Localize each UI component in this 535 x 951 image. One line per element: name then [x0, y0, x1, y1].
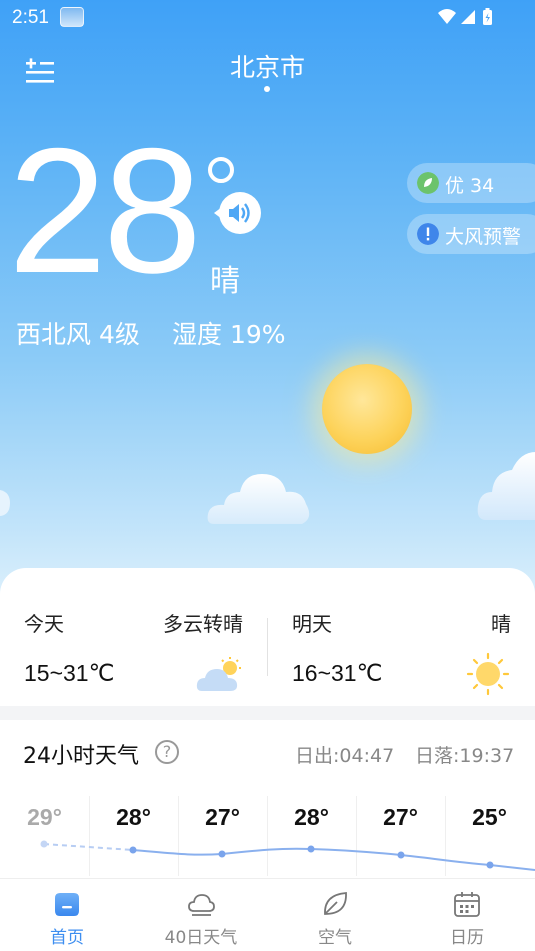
hour-point	[397, 851, 405, 859]
today-temp-range: 15~31℃	[24, 660, 115, 686]
current-temperature: 28	[8, 111, 202, 310]
future-curve	[132, 847, 535, 871]
leaf-icon	[324, 892, 347, 915]
hour-point	[307, 845, 315, 853]
system-status-icons	[438, 8, 492, 25]
today-label: 今天	[24, 612, 64, 636]
cloud-illustration	[207, 474, 310, 524]
help-icon[interactable]: ?	[155, 740, 179, 764]
voice-broadcast-icon[interactable]	[212, 190, 262, 236]
tab-40-day[interactable]: 40日天气	[134, 879, 268, 951]
hour-point	[486, 861, 494, 869]
hour-temp: 25°	[472, 804, 507, 830]
tomorrow-label: 明天	[292, 612, 332, 636]
tomorrow-condition: 晴	[491, 612, 511, 636]
hour-temp: 28°	[116, 804, 151, 830]
section-separator	[0, 706, 535, 720]
tab-home[interactable]: 首页	[0, 879, 134, 951]
signal-icon	[461, 10, 475, 24]
hour-temp: 28°	[294, 804, 329, 830]
bottom-tab-bar: 首页 40日天气 空气 日历	[0, 878, 535, 951]
city-title[interactable]: 北京市	[0, 48, 535, 84]
hour-temp: 27°	[383, 804, 418, 830]
alert-icon	[417, 223, 439, 245]
degree-symbol	[208, 157, 234, 183]
cloud-illustration	[0, 490, 10, 516]
hourly-title: 24小时天气	[23, 744, 139, 769]
status-time: 2:51	[12, 7, 49, 28]
tab-calendar[interactable]: 日历	[400, 879, 534, 951]
wind-info: 西北风 4级	[16, 320, 140, 349]
tomorrow-temp-range: 16~31℃	[292, 660, 383, 686]
sunny-icon	[466, 652, 510, 696]
tab-label: 首页	[50, 928, 84, 948]
cloud-icon	[188, 894, 215, 916]
current-condition: 晴	[210, 264, 240, 299]
sun-illustration	[322, 364, 412, 454]
sunrise-time: 日出:04:47	[295, 745, 395, 767]
hour-temp: 29°	[27, 804, 62, 830]
sunset-time: 日落:19:37	[415, 745, 515, 767]
status-bar: 2:51	[0, 0, 535, 36]
today-condition: 多云转晴	[163, 612, 243, 636]
tab-label: 空气	[318, 928, 352, 948]
alert-label: 大风预警	[445, 226, 522, 248]
past-curve	[43, 843, 134, 851]
calendar-icon	[454, 892, 480, 917]
hourly-temp-curve	[40, 840, 535, 871]
hour-point	[129, 846, 137, 854]
leaf-icon	[417, 172, 439, 194]
weather-app-notification-icon	[60, 7, 84, 27]
wifi-icon	[438, 9, 456, 24]
hour-point	[40, 840, 48, 848]
aqi-badge[interactable]: 优 34	[407, 163, 535, 203]
tab-label: 40日天气	[164, 928, 238, 948]
aqi-label: 优 34	[445, 175, 495, 197]
weather-alert-badge[interactable]: 大风预警	[407, 214, 535, 254]
humidity-info: 湿度 19%	[172, 320, 286, 349]
tab-label: 日历	[450, 928, 484, 948]
hour-temp: 27°	[205, 804, 240, 830]
home-icon	[55, 893, 79, 916]
tab-air[interactable]: 空气	[268, 879, 402, 951]
hour-point	[218, 850, 226, 858]
partly-cloudy-icon	[196, 657, 241, 691]
page-indicator-dot	[264, 86, 270, 92]
forecast-divider	[267, 618, 268, 676]
cloud-illustration	[477, 452, 535, 520]
